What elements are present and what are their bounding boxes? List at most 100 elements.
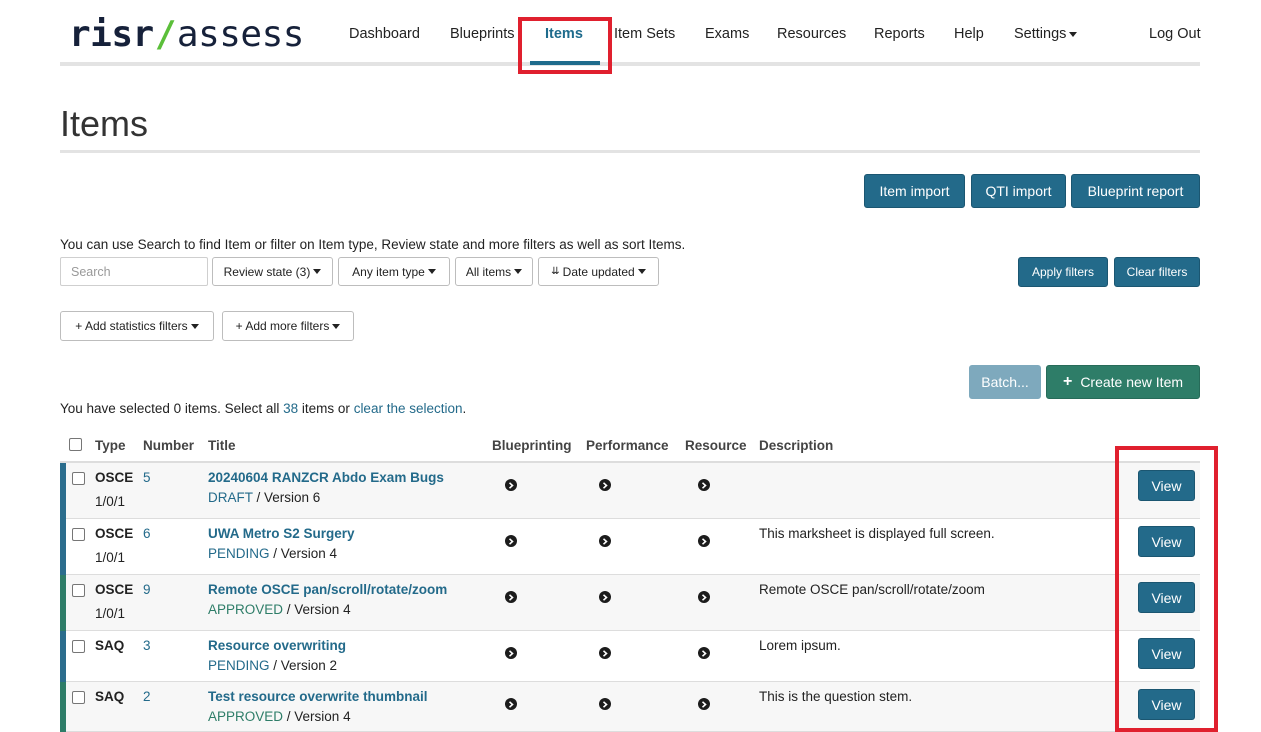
nav-dashboard[interactable]: Dashboard <box>349 26 420 42</box>
brand-logo[interactable]: risr / assess <box>69 12 304 56</box>
performance-chevron-right-icon[interactable] <box>599 591 611 603</box>
version-label: / Version 2 <box>269 658 338 673</box>
version-label: / Version 4 <box>283 602 351 617</box>
blueprint-report-button[interactable]: Blueprint report <box>1071 174 1200 208</box>
row-accent-bar <box>60 682 66 732</box>
row-checkbox[interactable] <box>72 584 85 597</box>
performance-chevron-right-icon[interactable] <box>599 479 611 491</box>
item-number-link[interactable]: 2 <box>143 689 151 704</box>
item-title-link[interactable]: 20240604 RANZCR Abdo Exam Bugs <box>208 470 444 485</box>
blueprinting-chevron-right-icon[interactable] <box>505 591 517 603</box>
nav-logout[interactable]: Log Out <box>1149 26 1201 42</box>
apply-filters-button[interactable]: Apply filters <box>1018 257 1108 287</box>
header-blueprinting: Blueprinting <box>492 438 572 453</box>
header-title[interactable]: Title <box>208 438 236 453</box>
version-label: / Version 6 <box>252 490 321 505</box>
row-accent-bar <box>60 631 66 682</box>
item-type-counts: 1/0/1 <box>95 606 126 621</box>
item-type: OSCE <box>95 470 134 485</box>
nav-resources[interactable]: Resources <box>777 26 846 42</box>
selection-suffix: . <box>462 401 467 416</box>
caret-down-icon <box>313 269 322 274</box>
caret-down-icon <box>427 269 436 274</box>
item-title-link[interactable]: Test resource overwrite thumbnail <box>208 689 428 704</box>
status-label: PENDING <box>208 546 270 561</box>
row-accent-bar <box>60 519 66 575</box>
all-items-dropdown[interactable]: All items <box>455 257 533 286</box>
blueprinting-chevron-right-icon[interactable] <box>505 698 517 710</box>
add-more-filters-dropdown[interactable]: + Add more filters <box>222 311 354 341</box>
create-new-item-button[interactable]: + Create new Item <box>1046 365 1200 399</box>
blueprinting-chevron-right-icon[interactable] <box>505 647 517 659</box>
row-checkbox[interactable] <box>72 472 85 485</box>
selection-summary: You have selected 0 items. Select all 38… <box>60 401 466 416</box>
select-all-checkbox[interactable] <box>69 438 82 451</box>
search-input[interactable] <box>60 257 208 286</box>
item-description: This marksheet is displayed full screen. <box>759 526 995 541</box>
select-all-link[interactable]: 38 <box>283 401 298 416</box>
item-type: SAQ <box>95 638 125 653</box>
item-title-link[interactable]: Remote OSCE pan/scroll/rotate/zoom <box>208 582 447 597</box>
all-items-label: All items <box>465 264 512 279</box>
nav-exams[interactable]: Exams <box>705 26 749 42</box>
clear-selection-link[interactable]: clear the selection <box>354 401 463 416</box>
row-accent-bar <box>60 463 66 519</box>
filter-help-text: You can use Search to find Item or filte… <box>60 237 686 252</box>
nav-settings-label: Settings <box>1014 26 1067 42</box>
performance-chevron-right-icon[interactable] <box>599 535 611 547</box>
highlight-box-view-buttons <box>1115 446 1218 732</box>
review-state-label: Review state (3) <box>223 264 311 279</box>
status-label: APPROVED <box>208 602 284 617</box>
resource-chevron-right-icon[interactable] <box>698 535 710 547</box>
nav-reports[interactable]: Reports <box>874 26 925 42</box>
item-import-button[interactable]: Item import <box>864 174 965 208</box>
blueprinting-chevron-right-icon[interactable] <box>505 535 517 547</box>
caret-down-icon <box>637 269 646 274</box>
row-checkbox[interactable] <box>72 528 85 541</box>
header-number[interactable]: Number <box>143 438 194 453</box>
clear-filters-button[interactable]: Clear filters <box>1114 257 1200 287</box>
header-type[interactable]: Type <box>95 438 126 453</box>
caret-down-icon <box>190 323 199 329</box>
item-description: Lorem ipsum. <box>759 638 841 653</box>
add-statistics-filters-dropdown[interactable]: + Add statistics filters <box>60 311 214 341</box>
item-type-dropdown[interactable]: Any item type <box>338 257 450 286</box>
row-checkbox[interactable] <box>72 691 85 704</box>
performance-chevron-right-icon[interactable] <box>599 647 611 659</box>
selection-middle: items or <box>298 401 354 416</box>
add-statistics-filters-label: + Add statistics filters <box>75 319 188 333</box>
nav-divider <box>60 62 1200 66</box>
item-description: Remote OSCE pan/scroll/rotate/zoom <box>759 582 985 597</box>
batch-button[interactable]: Batch... <box>969 365 1041 399</box>
nav-settings[interactable]: Settings <box>1014 26 1078 42</box>
brand-logo-part1: risr <box>69 13 154 55</box>
item-type-label: Any item type <box>352 264 425 279</box>
item-title-link[interactable]: UWA Metro S2 Surgery <box>208 526 355 541</box>
sort-date-dropdown[interactable]: ⇊ Date updated <box>538 257 659 286</box>
item-type: OSCE <box>95 582 134 597</box>
header-resource: Resource <box>685 438 747 453</box>
item-title-link[interactable]: Resource overwriting <box>208 638 346 653</box>
resource-chevron-right-icon[interactable] <box>698 698 710 710</box>
item-status: DRAFT / Version 6 <box>208 490 320 505</box>
selection-prefix: You have selected 0 items. Select all <box>60 401 284 416</box>
resource-chevron-right-icon[interactable] <box>698 479 710 491</box>
nav-help[interactable]: Help <box>954 26 984 42</box>
item-number-link[interactable]: 9 <box>143 582 151 597</box>
resource-chevron-right-icon[interactable] <box>698 591 710 603</box>
review-state-dropdown[interactable]: Review state (3) <box>212 257 333 286</box>
item-number-link[interactable]: 5 <box>143 470 151 485</box>
page-title: Items <box>60 103 149 144</box>
item-number-link[interactable]: 3 <box>143 638 151 653</box>
performance-chevron-right-icon[interactable] <box>599 698 611 710</box>
item-number-link[interactable]: 6 <box>143 526 151 541</box>
resource-chevron-right-icon[interactable] <box>698 647 710 659</box>
highlight-box-items <box>518 17 612 74</box>
header-description: Description <box>759 438 834 453</box>
qti-import-button[interactable]: QTI import <box>971 174 1066 208</box>
item-type: OSCE <box>95 526 134 541</box>
row-checkbox[interactable] <box>72 640 85 653</box>
nav-blueprints[interactable]: Blueprints <box>450 26 514 42</box>
blueprinting-chevron-right-icon[interactable] <box>505 479 517 491</box>
nav-item-sets[interactable]: Item Sets <box>614 26 675 42</box>
